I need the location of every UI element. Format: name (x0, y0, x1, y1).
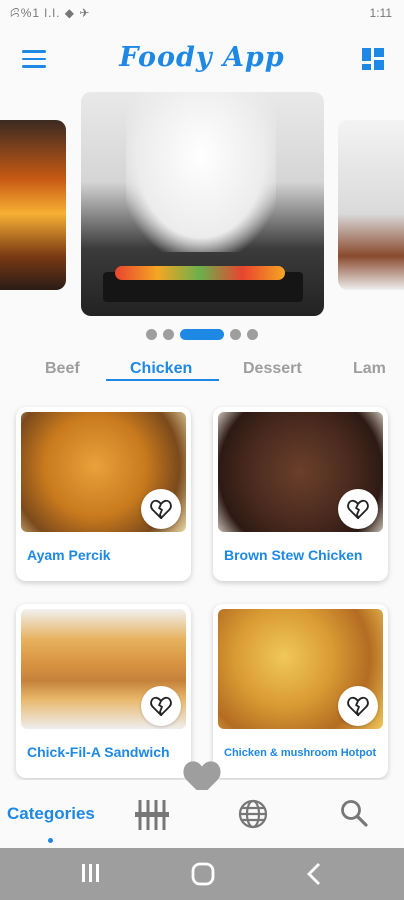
app-bar: Foody App (0, 28, 404, 90)
app-title: Foody App (119, 42, 285, 73)
carousel-slide-flames[interactable] (0, 120, 66, 290)
tab-beef[interactable]: Beef (45, 360, 80, 378)
meal-card[interactable]: Brown Stew Chicken (213, 407, 388, 581)
globe-icon[interactable] (237, 798, 269, 835)
status-time: 1:11 (369, 6, 392, 20)
tab-lamb[interactable]: Lam (353, 360, 386, 378)
nav-active-indicator (48, 838, 53, 843)
meal-card[interactable]: Ayam Percik (16, 407, 191, 581)
favorite-broken-heart-icon[interactable] (141, 489, 181, 529)
home-icon[interactable] (191, 862, 215, 891)
carousel-indicator (0, 329, 404, 341)
carousel-dot[interactable] (247, 329, 258, 340)
back-icon[interactable] (305, 862, 325, 891)
favorite-broken-heart-icon[interactable] (338, 686, 378, 726)
plated-dish (103, 266, 303, 302)
bottom-navigation: Categories (0, 790, 404, 848)
meal-name: Ayam Percik (27, 547, 111, 563)
active-tab-indicator (106, 379, 219, 381)
grid-view-icon[interactable] (362, 48, 384, 70)
meal-card[interactable]: Chicken & mushroom Hotpot (213, 604, 388, 778)
filter-sliders-icon[interactable] (134, 798, 170, 837)
chef-figure (126, 92, 276, 252)
meal-name: Chicken & mushroom Hotpot (224, 747, 377, 759)
image-carousel[interactable] (0, 90, 404, 320)
category-tabs: Beef Chicken Dessert Lam (0, 356, 404, 384)
recent-apps-icon[interactable] (80, 862, 102, 889)
system-navigation-bar (0, 848, 404, 900)
status-bar: ꕸ%1 l.l. ◆ ✈ 1:11 (0, 0, 404, 28)
status-icons-left: ꕸ%1 l.l. ◆ ✈ (10, 6, 91, 20)
favorite-broken-heart-icon[interactable] (141, 686, 181, 726)
nav-categories[interactable]: Categories (7, 804, 95, 824)
tab-dessert[interactable]: Dessert (243, 360, 302, 378)
meal-grid: Ayam Percik Brown Stew Chicken Chick-Fil… (0, 405, 404, 780)
carousel-dot-active[interactable] (180, 329, 224, 340)
carousel-slide-kitchen[interactable] (338, 120, 404, 290)
favorite-broken-heart-icon[interactable] (338, 489, 378, 529)
carousel-dot[interactable] (146, 329, 157, 340)
meal-name: Brown Stew Chicken (224, 547, 363, 563)
tab-chicken[interactable]: Chicken (130, 360, 192, 378)
search-icon[interactable] (339, 798, 369, 833)
carousel-dot[interactable] (230, 329, 241, 340)
meal-card[interactable]: Chick-Fil-A Sandwich (16, 604, 191, 778)
carousel-slide-chef[interactable] (81, 92, 324, 316)
carousel-dot[interactable] (163, 329, 174, 340)
meal-name: Chick-Fil-A Sandwich (27, 744, 170, 760)
